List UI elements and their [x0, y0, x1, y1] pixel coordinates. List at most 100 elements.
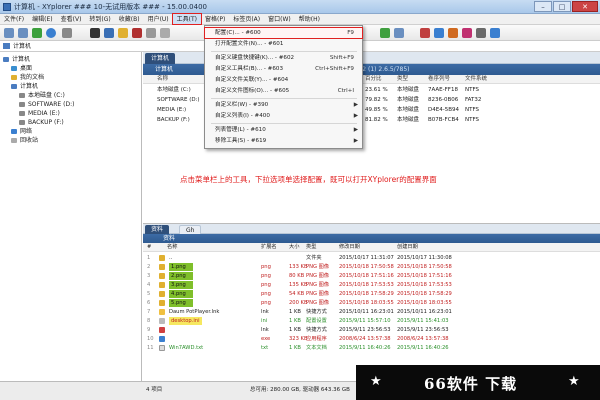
- col-type[interactable]: 类型: [306, 243, 316, 252]
- forward-icon[interactable]: [18, 28, 28, 38]
- chevron-right-icon: ▶: [353, 113, 358, 119]
- tab-computer[interactable]: 计算机: [145, 53, 176, 64]
- file-modified: 2015/9/11 23:56:53: [339, 327, 391, 333]
- paste-icon[interactable]: [160, 28, 170, 38]
- file-modified: 2015/10/11 16:23:01: [339, 309, 394, 315]
- menu-item-configuration[interactable]: 配置(C)... - #600 F9: [204, 27, 363, 39]
- col-name[interactable]: 名称: [167, 243, 177, 252]
- refresh-icon[interactable]: [46, 28, 56, 38]
- tree-item-documents[interactable]: 我的文档: [11, 74, 44, 82]
- file-row[interactable]: 1 .. 文件夹 2015/10/17 11:31:07 2015/10/17 …: [143, 254, 600, 262]
- info-icon[interactable]: [490, 28, 500, 38]
- close-button[interactable]: ✕: [572, 1, 598, 12]
- col-created[interactable]: 创建日期: [397, 243, 418, 252]
- file-row[interactable]: 2 1.png png 133 KB PNG 图像 2015/10/18 17:…: [143, 263, 600, 271]
- menu-tools[interactable]: 工具(T): [171, 13, 203, 25]
- menu-item-label: 列表管理(L) - #610: [215, 127, 266, 133]
- col-type[interactable]: 类型: [397, 75, 408, 84]
- menu-edit[interactable]: 编辑(E): [28, 14, 56, 24]
- address-text[interactable]: 计算机: [13, 42, 31, 51]
- file-row[interactable]: 10 exe 323 KB 应用程序 2008/6/24 13:57:38 20…: [143, 335, 600, 343]
- drive-name: BACKUP (F:): [157, 117, 190, 123]
- menu-item-file-icons[interactable]: 自定义文件图标(O)... - #605 Ctrl+I: [205, 86, 362, 96]
- file-row[interactable]: 8 desktop.ini ini 1 KB 配置设置 2015/9/11 15…: [143, 317, 600, 325]
- tree-item-computer[interactable]: 计算机: [3, 56, 30, 64]
- tree-item-desktop[interactable]: 桌面: [11, 65, 32, 73]
- tree-item-recycle-bin[interactable]: 回收站: [11, 137, 38, 145]
- menu-item-open-config-file[interactable]: 打开配置文件(N)... - #601: [205, 39, 362, 49]
- menu-item-label: 自定义键盘快捷键(K)... - #602: [215, 55, 295, 61]
- file-size: 133 KB: [289, 264, 308, 270]
- file-row[interactable]: 3 2.png png 80 KB PNG 图像 2015/10/18 17:5…: [143, 272, 600, 280]
- col-percent[interactable]: 百分比: [365, 75, 382, 84]
- folder-icon[interactable]: [118, 28, 128, 38]
- menu-item-shortcut: Ctrl+Shift+F9: [315, 66, 354, 72]
- menu-goto[interactable]: 转到(G): [85, 14, 114, 24]
- col-name[interactable]: 名称: [157, 75, 168, 84]
- file-row[interactable]: 11 Win7AWD.txt txt 1 KB 文本文档 2015/9/11 1…: [143, 344, 600, 352]
- file-modified: 2015/10/18 17:58:29: [339, 291, 394, 297]
- file-row[interactable]: 7 Daum PotPlayer.lnk lnk 1 KB 快捷方式 2015/…: [143, 308, 600, 316]
- computer-icon[interactable]: [90, 28, 100, 38]
- menu-panes[interactable]: 窗格(P): [201, 14, 229, 24]
- settings-icon[interactable]: [448, 28, 458, 38]
- color-icon[interactable]: [462, 28, 472, 38]
- menu-item-keyboard-shortcuts[interactable]: 自定义键盘快捷键(K)... - #602 Shift+F9: [205, 53, 362, 63]
- menu-item-label: 自定义栏(W) - #390: [215, 102, 269, 108]
- tree-icon[interactable]: [380, 28, 390, 38]
- layout-icon[interactable]: [434, 28, 444, 38]
- file-row[interactable]: 6 5.png png 200 KB PNG 图像 2015/10/18 18:…: [143, 299, 600, 307]
- menu-tabs[interactable]: 标签页(A): [229, 14, 264, 24]
- tree-item-drive-e[interactable]: MEDIA (E:): [19, 110, 60, 118]
- menu-user[interactable]: 用户(U): [144, 14, 173, 24]
- image-icon: [159, 300, 165, 306]
- back-icon[interactable]: [4, 28, 14, 38]
- file-row[interactable]: 5 4.png png 54 KB PNG 图像 2015/10/18 17:5…: [143, 290, 600, 298]
- menu-help[interactable]: 帮助(H): [295, 14, 324, 24]
- up-icon[interactable]: [32, 28, 42, 38]
- file-type: 文件夹: [306, 255, 322, 261]
- bottom-breadcrumb-label[interactable]: 资料: [163, 234, 175, 243]
- col-num[interactable]: #: [147, 243, 151, 252]
- maximize-button[interactable]: □: [553, 1, 571, 12]
- file-size: 200 KB: [289, 300, 308, 306]
- tree-item-drive-c[interactable]: 本地磁盘 (C:): [19, 92, 65, 100]
- col-serial[interactable]: 卷序列号: [428, 75, 450, 84]
- menu-window[interactable]: 窗口(W): [264, 14, 295, 24]
- file-type: 快捷方式: [306, 309, 327, 315]
- col-size[interactable]: 大小: [289, 243, 299, 252]
- tree-item-drive-d[interactable]: SOFTWARE (D:): [19, 101, 74, 109]
- col-fs[interactable]: 文件系统: [465, 75, 487, 84]
- computer-icon: [3, 43, 10, 49]
- panel-icon[interactable]: [394, 28, 404, 38]
- image-icon: [159, 264, 165, 270]
- star-icon: ★: [568, 374, 580, 389]
- menu-item-customize-toolbar[interactable]: 自定义工具栏(B)... - #603 Ctrl+Shift+F9: [205, 64, 362, 74]
- drive-type: 本地磁盘: [397, 107, 420, 113]
- menu-item-custom-bar[interactable]: 自定义栏(W) - #390 ▶: [205, 100, 362, 110]
- minimize-button[interactable]: –: [534, 1, 552, 12]
- menu-view[interactable]: 查看(V): [57, 14, 86, 24]
- menu-file[interactable]: 文件(F): [0, 14, 28, 24]
- tree-item-network[interactable]: 网络: [11, 128, 32, 136]
- drive-percent: 23.61 %: [365, 87, 388, 93]
- breadcrumb-computer[interactable]: 计算机: [155, 64, 173, 75]
- hotlist-icon[interactable]: [62, 28, 72, 38]
- col-modified[interactable]: 修改日期: [339, 243, 360, 252]
- menu-item-file-associations[interactable]: 自定义文件关联(Y)... - #604: [205, 75, 362, 85]
- copy-icon[interactable]: [146, 28, 156, 38]
- col-ext[interactable]: 扩展名: [261, 243, 277, 252]
- menu-item-custom-list[interactable]: 自定义列表(I) - #400 ▶: [205, 111, 362, 121]
- menu-item-remove-tools[interactable]: 移除工具(S) - #619 ▶: [205, 136, 362, 146]
- search-icon[interactable]: [104, 28, 114, 38]
- menu-item-list-management[interactable]: 列表管理(L) - #610 ▶: [205, 125, 362, 135]
- file-row[interactable]: 9 lnk 1 KB 快捷方式 2015/9/11 23:56:53 2015/…: [143, 326, 600, 334]
- lock-icon[interactable]: [420, 28, 430, 38]
- tree-item-drive-f[interactable]: BACKUP (F:): [19, 119, 64, 127]
- file-row[interactable]: 4 3.png png 135 KB PNG 图像 2015/10/18 17:…: [143, 281, 600, 289]
- brush-icon[interactable]: [476, 28, 486, 38]
- delete-icon[interactable]: [132, 28, 142, 38]
- tree-item-computer-2[interactable]: 计算机: [11, 83, 38, 91]
- file-created: 2015/9/11 23:56:53: [397, 327, 449, 333]
- menu-favorites[interactable]: 收藏(B): [115, 14, 144, 24]
